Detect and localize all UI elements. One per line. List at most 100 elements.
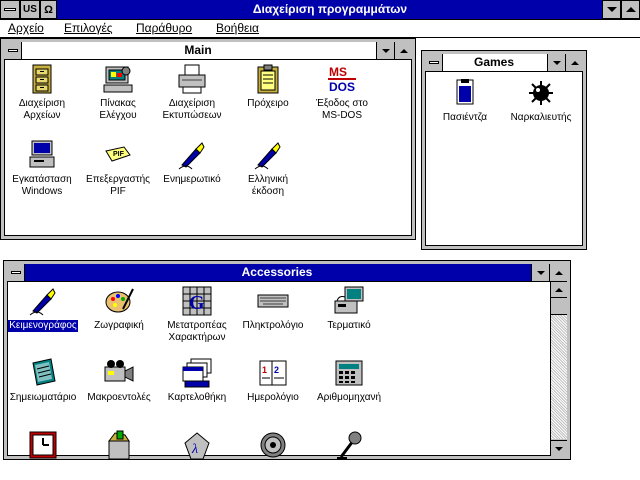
paintbrush-icon — [105, 288, 134, 313]
program-item-calculator[interactable]: Αριθμομηχανή — [310, 357, 388, 404]
program-item-print-manager[interactable]: Διαχείριση Εκτυπώσεων — [153, 63, 231, 122]
program-item-label: Μετατροπέας Χαρακτήρων — [167, 320, 227, 343]
program-item-label: Μακροεντολές — [87, 392, 151, 403]
pen-icon — [178, 142, 205, 170]
svg-text:DOS: DOS — [329, 80, 355, 94]
menu-window[interactable]: Παράθυρο — [136, 21, 192, 35]
minimize-icon — [381, 48, 390, 53]
svg-text:2: 2 — [274, 365, 279, 375]
calendar-icon: 1 2 — [259, 360, 287, 386]
pif-editor-icon: PIF — [105, 146, 131, 162]
maximize-button[interactable] — [621, 0, 640, 19]
menu-bar: Αρχείο Επιλογές Παράθυρο Βοήθεια — [0, 20, 640, 38]
accessories-maximize-button[interactable] — [549, 264, 567, 281]
control-panel-icon — [103, 66, 133, 93]
write-icon — [29, 288, 56, 316]
main-minimize-button[interactable] — [376, 42, 394, 59]
program-item-label: Ζωγραφική — [94, 320, 144, 331]
main-maximize-button[interactable] — [394, 42, 412, 59]
program-item-label: Ναρκαλιευτής — [510, 112, 572, 123]
scroll-down-icon — [555, 446, 563, 451]
menu-help[interactable]: Βοήθεια — [216, 21, 259, 35]
scroll-up-button[interactable] — [551, 282, 567, 298]
menu-help-label: Βοήθεια — [216, 21, 259, 35]
media-player-icon — [260, 432, 286, 458]
program-item-pif-editor[interactable]: PIF Επεξεργαστής PIF — [79, 139, 157, 198]
scroll-down-button[interactable] — [551, 440, 567, 456]
accessories-minimize-button[interactable] — [531, 264, 549, 281]
program-item-keyboard[interactable]: Πληκτρολόγιο — [234, 285, 312, 332]
program-item-control-panel[interactable]: Πίνακας Ελέγχου — [79, 63, 157, 122]
program-item-file-manager[interactable]: Διαχείριση Αρχείων — [3, 63, 81, 122]
program-item-label: Εγκατάσταση Windows — [12, 174, 72, 197]
games-minimize-button[interactable] — [547, 54, 565, 71]
program-item-label: Πίνακας Ελέγχου — [99, 98, 137, 121]
menu-file-label: Αρχείο — [8, 21, 44, 35]
menu-options-label: Επιλογές — [64, 21, 113, 35]
keyboard-language-indicator[interactable]: US — [20, 0, 40, 19]
scroll-track[interactable] — [551, 315, 567, 439]
calculator-icon — [335, 360, 363, 386]
program-item-label: Πασιέντζα — [442, 112, 488, 123]
scroll-thumb[interactable] — [551, 299, 567, 315]
program-item-calendar[interactable]: 1 2 Ημερολόγιο — [234, 357, 312, 404]
app-title-bar[interactable]: US Ω Διαχείριση προγραμμάτων — [0, 0, 640, 20]
accessories-group-window[interactable]: Accessories Κειμενογράφος Ζωγραφική G Με… — [3, 260, 571, 460]
program-item-terminal[interactable]: Τερματικό — [310, 285, 388, 332]
minimize-button[interactable] — [602, 0, 621, 19]
program-item-minesweeper[interactable]: Ναρκαλιευτής — [502, 77, 580, 124]
program-item-label: Πληκτρολόγιο — [242, 320, 304, 331]
omega-indicator[interactable]: Ω — [40, 0, 57, 19]
program-item-clock[interactable] — [4, 429, 82, 476]
accessories-title: Accessories — [241, 265, 313, 279]
clipboard-icon — [257, 64, 279, 94]
cardfile-icon — [182, 358, 212, 388]
games-title-bar[interactable]: Games — [425, 54, 583, 72]
games-group-window[interactable]: Games Πασιέντζα Ναρκαλιευτής — [421, 50, 587, 250]
program-item-paintbrush[interactable]: Ζωγραφική — [80, 285, 158, 332]
main-control-menu-button[interactable] — [4, 42, 22, 59]
program-item-cardfile[interactable]: Καρτελοθήκη — [158, 357, 236, 404]
maximize-icon — [399, 48, 408, 53]
main-group-window[interactable]: Main Διαχείριση Αρχείων Πίνακας Ελέγχου — [0, 38, 416, 240]
accessories-title-bar[interactable]: Accessories — [7, 264, 567, 282]
program-item-recorder[interactable]: Μακροεντολές — [80, 357, 158, 404]
program-item-clipboard[interactable]: Πρόχειρο — [229, 63, 307, 110]
program-item-microphone[interactable] — [310, 429, 388, 476]
minimize-icon — [606, 7, 617, 12]
menu-options[interactable]: Επιλογές — [64, 21, 113, 35]
microphone-icon — [337, 431, 362, 459]
games-control-menu-button[interactable] — [425, 54, 443, 71]
accessories-control-menu-button[interactable] — [7, 264, 25, 281]
program-item-label: Πρόχειρο — [247, 98, 289, 109]
print-manager-icon — [178, 64, 206, 94]
accessories-vertical-scrollbar[interactable] — [550, 282, 567, 456]
recorder-icon — [104, 360, 134, 382]
games-maximize-button[interactable] — [565, 54, 583, 71]
program-item-solitaire[interactable]: Πασιέντζα — [426, 77, 504, 124]
program-item-object-packager[interactable] — [80, 429, 158, 476]
svg-text:MS: MS — [329, 65, 347, 79]
windows-setup-icon — [29, 140, 55, 168]
system-menu-icon — [4, 8, 16, 11]
program-item-sound-recorder[interactable]: λ — [158, 429, 236, 476]
program-item-notepad[interactable]: Σημειωματάριο — [4, 357, 82, 404]
file-manager-icon — [32, 64, 52, 94]
program-item-readme[interactable]: Ενημερωτικό — [153, 139, 231, 186]
program-item-windows-setup[interactable]: Εγκατάσταση Windows — [3, 139, 81, 198]
minimize-icon — [552, 60, 561, 65]
program-item-label: Διαχείριση Αρχείων — [18, 98, 66, 121]
menu-file[interactable]: Αρχείο — [8, 21, 44, 35]
program-item-character-map[interactable]: G Μετατροπέας Χαρακτήρων — [158, 285, 236, 344]
program-item-write[interactable]: Κειμενογράφος — [4, 285, 82, 332]
games-title: Games — [473, 55, 515, 69]
clock-icon — [29, 431, 57, 459]
program-item-ms-dos[interactable]: MS DOS Έξοδος στο MS-DOS — [303, 63, 381, 122]
program-item-media-player[interactable] — [234, 429, 312, 476]
main-title-bar[interactable]: Main — [4, 42, 412, 60]
program-item-greek-edition[interactable]: Ελληνική έκδοση — [229, 139, 307, 198]
system-menu-button[interactable] — [0, 0, 20, 19]
program-item-label: Διαχείριση Εκτυπώσεων — [162, 98, 222, 121]
minesweeper-icon — [529, 81, 553, 105]
program-item-label: Ελληνική έκδοση — [247, 174, 288, 197]
